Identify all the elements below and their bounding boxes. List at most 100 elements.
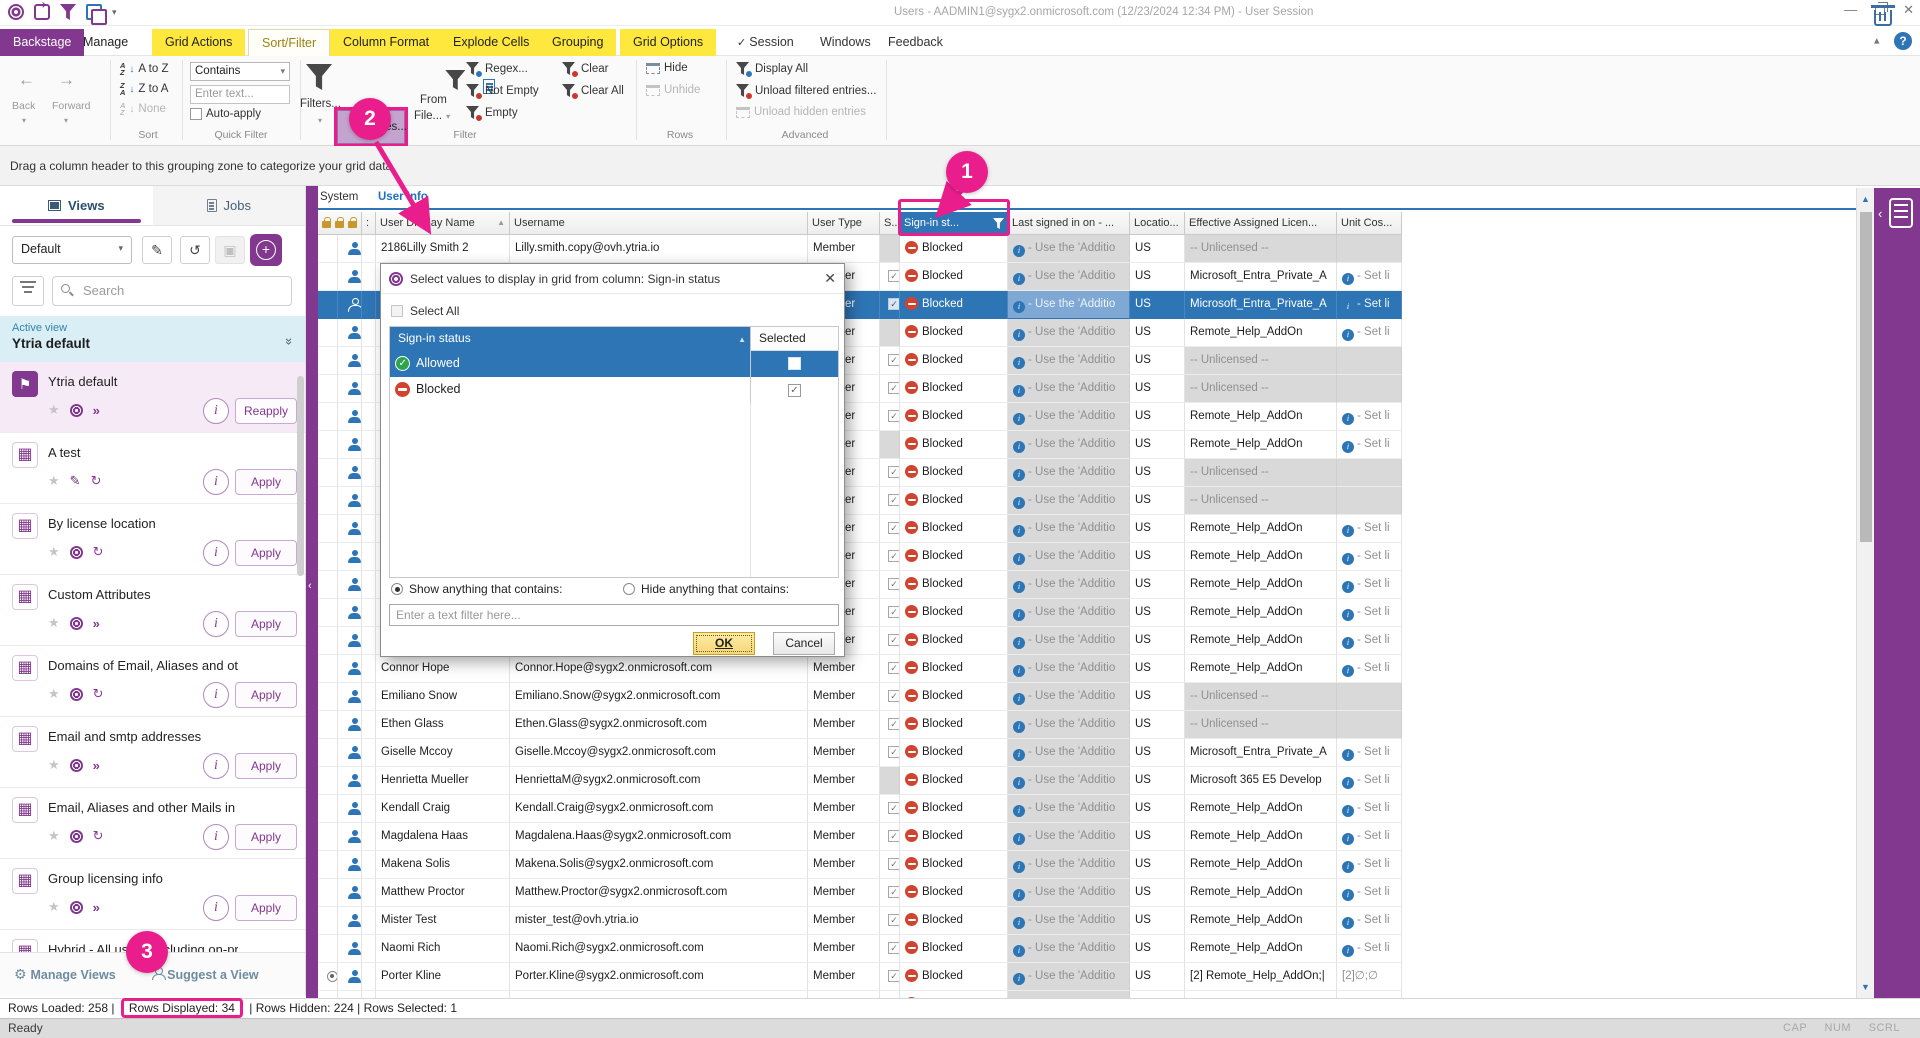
table-row[interactable]: Mister Testmister_test@ovh.ytria.ioMembe… (318, 907, 1402, 935)
unhide-button[interactable]: Unhide (646, 84, 700, 96)
from-file-funnel-icon[interactable] (445, 70, 465, 90)
cell-license[interactable]: Remote_Help_AddOn (1185, 991, 1337, 998)
from-file-button[interactable]: From (420, 94, 447, 106)
view-reapply-button[interactable]: Reapply (235, 398, 297, 424)
header-s[interactable]: S... (880, 212, 900, 235)
cell-narrow[interactable] (362, 655, 376, 683)
cell-signin-status[interactable]: Blocked (900, 963, 1008, 991)
cell-user-type[interactable]: Member (808, 991, 880, 998)
cell-last-signin[interactable]: - Use the 'Additio (1008, 459, 1130, 487)
cell-checkbox[interactable] (880, 235, 900, 263)
cell-narrow[interactable] (362, 347, 376, 375)
cell-avatar[interactable] (338, 851, 362, 879)
cell-row-indicator[interactable] (318, 375, 338, 403)
sort-z-to-a-button[interactable]: ZA↓Z to A (120, 82, 168, 96)
tab-feedback[interactable]: Feedback (888, 29, 943, 56)
cell-row-indicator[interactable] (318, 991, 338, 998)
cell-narrow[interactable] (362, 599, 376, 627)
cell-license[interactable]: Microsoft_Entra_Private_A (1185, 739, 1337, 767)
header-last-signin[interactable]: Last signed in on - ... (1008, 212, 1130, 235)
right-panel[interactable]: ‹ (1874, 188, 1920, 998)
back-button[interactable]: Back (12, 100, 35, 112)
cell-narrow[interactable] (362, 627, 376, 655)
cell-location[interactable]: US (1130, 375, 1185, 403)
cell-user-type[interactable]: Member (808, 711, 880, 739)
cell-signin-status[interactable]: Blocked (900, 823, 1008, 851)
filters-caret-icon[interactable]: ▾ (318, 116, 322, 125)
cell-avatar[interactable] (338, 991, 362, 998)
cell-signin-status[interactable]: Blocked (900, 347, 1008, 375)
select-all-checkbox[interactable]: Select All (391, 304, 459, 318)
cell-narrow[interactable] (362, 375, 376, 403)
cell-narrow[interactable] (362, 739, 376, 767)
display-all-button[interactable]: Display All (736, 62, 808, 76)
cell-display-name[interactable]: Patrick Mill (376, 991, 510, 998)
cell-license[interactable]: -- Unlicensed -- (1185, 459, 1337, 487)
cell-signin-status[interactable]: Blocked (900, 235, 1008, 263)
filters-button[interactable]: Filters... (300, 98, 341, 110)
cell-unit-cost[interactable]: - Set li (1337, 851, 1402, 879)
cell-checkbox[interactable]: ✓ (880, 403, 900, 431)
view-item[interactable]: ▦Domains of Email, Aliases and othe...★↻… (0, 646, 305, 717)
cell-avatar[interactable] (338, 879, 362, 907)
cell-location[interactable]: US (1130, 907, 1185, 935)
cell-signin-status[interactable]: Blocked (900, 599, 1008, 627)
cell-location[interactable]: US (1130, 431, 1185, 459)
cell-avatar[interactable] (338, 263, 362, 291)
cell-user-type[interactable]: Member (808, 935, 880, 963)
tab-grid-actions[interactable]: Grid Actions (152, 29, 245, 56)
cell-last-signin[interactable]: - Use the 'Additio (1008, 683, 1130, 711)
cell-location[interactable]: US (1130, 291, 1185, 319)
cell-last-signin[interactable]: - Use the 'Additio (1008, 263, 1130, 291)
cell-checkbox[interactable]: ✓ (880, 851, 900, 879)
cell-checkbox[interactable]: ✓ (880, 991, 900, 998)
cell-avatar[interactable] (338, 767, 362, 795)
cell-license[interactable]: -- Unlicensed -- (1185, 683, 1337, 711)
cell-username[interactable]: Patrick.Mill@sygx2.onmicrosoft.com (510, 991, 808, 998)
cell-last-signin[interactable]: - Use the 'Additio (1008, 935, 1130, 963)
cell-username[interactable]: mister_test@ovh.ytria.io (510, 907, 808, 935)
cell-signin-status[interactable]: Blocked (900, 767, 1008, 795)
cell-last-signin[interactable]: - Use the 'Additio (1008, 235, 1130, 263)
cell-location[interactable]: US (1130, 319, 1185, 347)
cell-unit-cost[interactable]: - Set li (1337, 403, 1402, 431)
cell-license[interactable]: -- Unlicensed -- (1185, 235, 1337, 263)
quick-access-caret-icon[interactable]: ▾ (112, 7, 117, 18)
collapse-ribbon-icon[interactable]: ▾ (1874, 35, 1880, 48)
cell-username[interactable]: Connor.Hope@sygx2.onmicrosoft.com (510, 655, 808, 683)
cell-row-indicator[interactable] (318, 823, 338, 851)
cell-license[interactable]: -- Unlicensed -- (1185, 375, 1337, 403)
table-row[interactable]: 2186Lilly Smith 2Lilly.smith.copy@ovh.yt… (318, 235, 1402, 263)
cell-location[interactable]: US (1130, 711, 1185, 739)
quick-filter-operator-select[interactable]: Contains▾ (190, 62, 290, 81)
cell-avatar[interactable] (338, 487, 362, 515)
cell-last-signin[interactable]: - Use the 'Additio (1008, 907, 1130, 935)
cell-license[interactable]: Remote_Help_AddOn (1185, 599, 1337, 627)
view-apply-button[interactable]: Apply (235, 611, 297, 637)
cell-last-signin[interactable]: - Use the 'Additio (1008, 739, 1130, 767)
cell-signin-status[interactable]: Blocked (900, 935, 1008, 963)
cell-signin-status[interactable]: Blocked (900, 487, 1008, 515)
cell-row-indicator[interactable] (318, 795, 338, 823)
cell-row-indicator[interactable] (318, 347, 338, 375)
header-truncated[interactable]: : (362, 212, 376, 235)
cell-license[interactable]: Remote_Help_AddOn (1185, 431, 1337, 459)
cell-license[interactable]: Remote_Help_AddOn (1185, 543, 1337, 571)
cell-checkbox[interactable]: ✓ (880, 683, 900, 711)
cell-license[interactable]: Remote_Help_AddOn (1185, 403, 1337, 431)
cell-license[interactable]: Remote_Help_AddOn (1185, 515, 1337, 543)
help-icon[interactable]: ? (1894, 32, 1912, 50)
cell-signin-status[interactable]: Blocked (900, 907, 1008, 935)
table-row[interactable]: Emiliano SnowEmiliano.Snow@sygx2.onmicro… (318, 683, 1402, 711)
cell-checkbox[interactable] (880, 319, 900, 347)
table-row[interactable]: Magdalena HaasMagdalena.Haas@sygx2.onmic… (318, 823, 1402, 851)
cell-license[interactable]: Remote_Help_AddOn (1185, 795, 1337, 823)
cell-unit-cost[interactable]: - Set li (1337, 739, 1402, 767)
view-item[interactable]: ▦A test★✎↻iApply (0, 433, 305, 504)
cell-user-type[interactable]: Member (808, 879, 880, 907)
cell-unit-cost[interactable]: - Set li (1337, 655, 1402, 683)
cell-signin-status[interactable]: Blocked (900, 263, 1008, 291)
add-view-button[interactable] (250, 234, 282, 266)
cell-location[interactable]: US (1130, 235, 1185, 263)
view-info-button[interactable]: i (203, 824, 229, 850)
